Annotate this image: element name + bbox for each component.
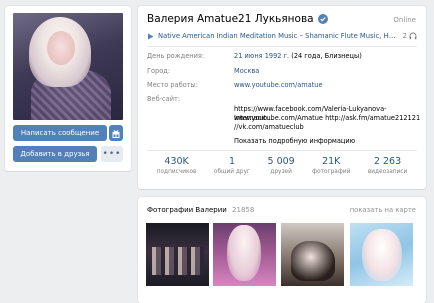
- profile-avatar-card: Написать сообщение Добавить в друзья •••: [5, 6, 131, 171]
- gift-button[interactable]: [109, 125, 123, 141]
- counter-label: общий друг: [213, 169, 251, 175]
- counter-mutual-friends[interactable]: 1 общий друг: [214, 156, 250, 175]
- counter-value: 430K: [164, 156, 189, 167]
- photos-count: 21858: [232, 206, 255, 214]
- gift-icon: [112, 129, 120, 138]
- website-link-2[interactable]: www.youtube.com/Amatue http://ask.fm/ama…: [234, 114, 424, 123]
- profile-counters: 430K подписчиков 1 общий друг 5 009 друз…: [138, 156, 426, 175]
- city-label: Город:: [147, 67, 171, 75]
- profile-info-card: Валерия Amatue21 Лукьянова Online Native…: [138, 6, 426, 189]
- show-more-info-link[interactable]: Показать подробную информацию: [234, 137, 424, 146]
- play-icon[interactable]: [147, 33, 154, 40]
- photos-header[interactable]: Фотографии Валерии 21858: [147, 206, 254, 214]
- website-label: Веб-сайт:: [147, 95, 181, 103]
- divider: [147, 150, 417, 151]
- counter-label: подписчиков: [156, 169, 197, 175]
- city-link[interactable]: Москва: [234, 67, 424, 76]
- photo-thumbnail[interactable]: [146, 223, 209, 286]
- birthday-extra: (24 года, Близнецы): [291, 52, 362, 60]
- counter-videos[interactable]: 2 263 видеозаписи: [368, 156, 407, 175]
- status-listeners-count: 2: [402, 32, 407, 40]
- add-friend-button[interactable]: Добавить в друзья: [13, 146, 97, 162]
- work-label: Место работы:: [147, 81, 198, 89]
- photos-card: Фотографии Валерии 21858 показать на кар…: [138, 197, 426, 303]
- counter-friends[interactable]: 5 009 друзей: [268, 156, 295, 175]
- photo-content-shape: [291, 241, 335, 281]
- counter-followers[interactable]: 430K подписчиков: [157, 156, 197, 175]
- status-audio[interactable]: Native American Indian Meditation Music …: [147, 32, 417, 40]
- headphones-icon: [409, 32, 417, 40]
- profile-name-row: Валерия Amatue21 Лукьянова: [147, 13, 328, 25]
- verified-check-icon[interactable]: [317, 14, 328, 24]
- photo-content-shape: [227, 225, 261, 281]
- photo-content-shape: [362, 229, 402, 281]
- birthday-label: День рождения:: [147, 52, 205, 60]
- status-text[interactable]: Native American Indian Meditation Music …: [158, 32, 399, 40]
- avatar-face-shape: [47, 31, 75, 65]
- photo-thumbnail[interactable]: [281, 223, 344, 286]
- profile-name: Валерия Amatue21 Лукьянова: [147, 13, 314, 25]
- divider: [147, 46, 417, 47]
- more-actions-button[interactable]: •••: [101, 146, 123, 162]
- photo-thumbnail[interactable]: [213, 223, 276, 286]
- work-link[interactable]: www.youtube.com/amatue: [234, 81, 424, 90]
- counter-label: фотографий: [312, 169, 351, 175]
- counter-value: 2 263: [373, 156, 402, 167]
- avatar[interactable]: [13, 13, 123, 120]
- photo-thumbnail[interactable]: [350, 223, 413, 286]
- counter-label: друзей: [270, 169, 292, 175]
- counter-value: 1: [228, 156, 235, 167]
- birthday-date-link[interactable]: 21 июня 1992 г.: [234, 52, 289, 60]
- counter-value: 21K: [322, 156, 341, 167]
- photo-content-shape: [152, 247, 204, 275]
- photos-title: Фотографии Валерии: [147, 206, 227, 214]
- website-link-3[interactable]: //vk.com/amatueclub: [234, 123, 424, 132]
- show-on-map-link[interactable]: показать на карте: [350, 206, 416, 214]
- counter-label: видеозаписи: [367, 169, 408, 175]
- counter-value: 5 009: [267, 156, 295, 167]
- counter-photos[interactable]: 21K фотографий: [312, 156, 350, 175]
- online-status: Online: [393, 16, 416, 24]
- birthday-value: 21 июня 1992 г. (24 года, Близнецы): [234, 52, 424, 61]
- send-message-button[interactable]: Написать сообщение: [13, 125, 107, 141]
